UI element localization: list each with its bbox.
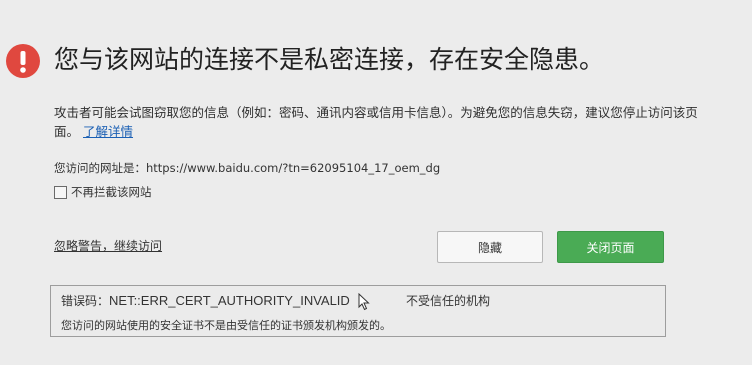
learn-more-link[interactable]: 了解详情 bbox=[83, 124, 133, 139]
error-code-line: 错误码：NET::ERR_CERT_AUTHORITY_INVALID 不受信任… bbox=[61, 292, 490, 309]
warning-headline: 您与该网站的连接不是私密连接，存在安全隐患。 bbox=[54, 45, 605, 74]
exclamation-icon bbox=[6, 44, 40, 78]
exclamation-glyph bbox=[20, 51, 26, 73]
mouse-cursor-icon bbox=[358, 293, 370, 311]
description-text: 攻击者可能会试图窃取您的信息（例如：密码、通讯内容或信用卡信息）。为避免您的信息… bbox=[54, 105, 698, 139]
error-reason: 不受信任的机构 bbox=[406, 294, 491, 308]
dont-intercept-label[interactable]: 不再拦截该网站 bbox=[71, 184, 152, 200]
error-detail: 您访问的网站使用的安全证书不是由受信任的证书颁发机构颁发的。 bbox=[61, 319, 391, 332]
error-details-box: 错误码：NET::ERR_CERT_AUTHORITY_INVALID 不受信任… bbox=[50, 285, 666, 337]
close-page-button[interactable]: 关闭页面 bbox=[557, 231, 664, 263]
hide-button[interactable]: 隐藏 bbox=[437, 231, 543, 263]
dont-intercept-checkbox[interactable] bbox=[54, 185, 67, 199]
error-code-label: 错误码： bbox=[61, 294, 110, 308]
dont-intercept-option[interactable]: 不再拦截该网站 bbox=[54, 184, 152, 200]
warning-description: 攻击者可能会试图窃取您的信息（例如：密码、通讯内容或信用卡信息）。为避免您的信息… bbox=[54, 103, 704, 141]
ignore-warning-link[interactable]: 忽略警告，继续访问 bbox=[54, 237, 162, 254]
visited-url: 您访问的网址是：https://www.baidu.com/?tn=620951… bbox=[54, 161, 441, 175]
error-code: NET::ERR_CERT_AUTHORITY_INVALID bbox=[109, 293, 350, 308]
